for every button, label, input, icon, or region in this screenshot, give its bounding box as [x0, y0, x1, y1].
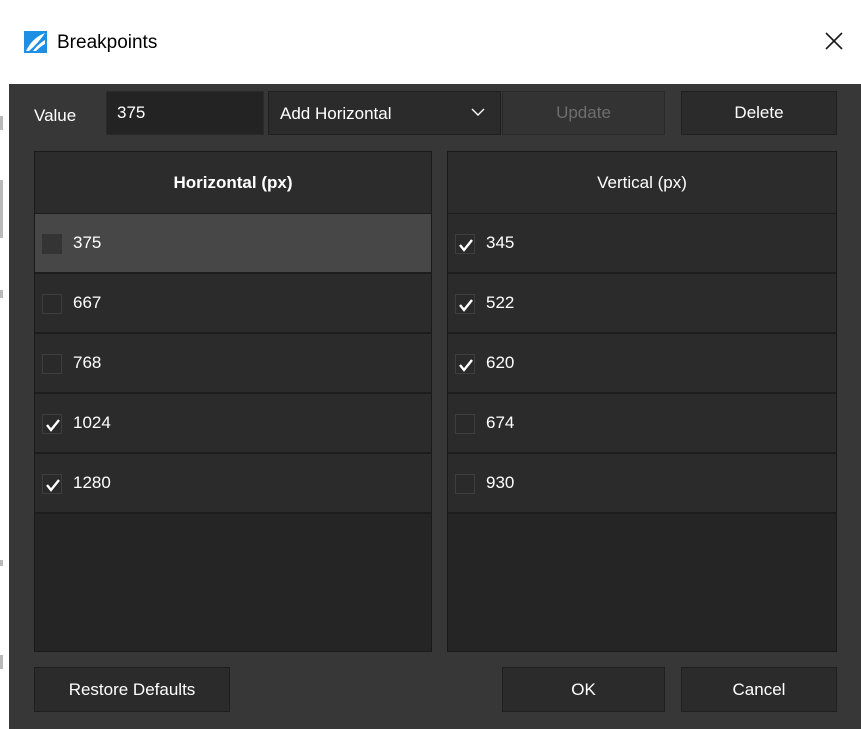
table-row[interactable]: 930 [448, 454, 836, 514]
row-checkbox[interactable] [455, 354, 475, 374]
value-label: Value [34, 106, 77, 125]
window-title: Breakpoints [57, 32, 158, 53]
row-checkbox[interactable] [455, 414, 475, 434]
checkmark-icon [46, 419, 60, 432]
row-checkbox[interactable] [455, 234, 475, 254]
table-row[interactable]: 768 [35, 334, 431, 394]
update-button[interactable]: Update [502, 91, 665, 135]
row-value: 674 [486, 413, 515, 432]
table-row[interactable]: 667 [35, 274, 431, 334]
breakpoints-dialog: Breakpoints Value Add Horizontal Update … [9, 0, 861, 729]
checkmark-icon [459, 359, 473, 372]
checkmark-icon [46, 479, 60, 492]
vertical-table-header: Vertical (px) [448, 152, 836, 214]
row-checkbox[interactable] [42, 294, 62, 314]
row-checkbox[interactable] [42, 354, 62, 374]
close-icon[interactable] [819, 26, 849, 56]
app-logo-icon [24, 31, 47, 53]
row-checkbox[interactable] [42, 234, 62, 254]
vertical-rows: 345 522 620 674 930 [448, 214, 836, 514]
row-value: 1280 [73, 473, 111, 492]
dialog-content: Value Add Horizontal Update Delete Horiz… [9, 84, 861, 729]
row-value: 667 [73, 293, 102, 312]
horizontal-breakpoints-table: Horizontal (px) 375 667 768 1024 1280 [34, 151, 432, 652]
vertical-breakpoints-table: Vertical (px) 345 522 620 674 930 [447, 151, 837, 652]
background-window-edge [0, 0, 9, 729]
table-row[interactable]: 1280 [35, 454, 431, 514]
chevron-down-icon [471, 108, 485, 116]
row-value: 930 [486, 473, 515, 492]
checkmark-icon [459, 299, 473, 312]
edge-mark [0, 180, 3, 238]
restore-defaults-button[interactable]: Restore Defaults [34, 667, 230, 712]
row-value: 522 [486, 293, 515, 312]
row-value: 768 [73, 353, 102, 372]
add-direction-select-value: Add Horizontal [280, 104, 392, 123]
cancel-button[interactable]: Cancel [681, 667, 837, 712]
table-row[interactable]: 620 [448, 334, 836, 394]
horizontal-table-header: Horizontal (px) [35, 152, 431, 214]
row-checkbox[interactable] [455, 474, 475, 494]
ok-button[interactable]: OK [502, 667, 665, 712]
row-checkbox[interactable] [42, 414, 62, 434]
row-value: 345 [486, 233, 515, 252]
delete-button[interactable]: Delete [681, 91, 837, 135]
edge-mark [0, 116, 3, 130]
table-row[interactable]: 375 [35, 214, 431, 274]
row-checkbox[interactable] [42, 474, 62, 494]
title-bar: Breakpoints [9, 0, 861, 84]
table-row[interactable]: 1024 [35, 394, 431, 454]
edge-mark [0, 655, 3, 669]
add-direction-select[interactable]: Add Horizontal [268, 91, 501, 135]
row-value: 620 [486, 353, 515, 372]
edge-mark [0, 290, 3, 298]
table-row[interactable]: 674 [448, 394, 836, 454]
row-checkbox[interactable] [455, 294, 475, 314]
table-row[interactable]: 522 [448, 274, 836, 334]
row-value: 375 [73, 233, 102, 252]
table-row[interactable]: 345 [448, 214, 836, 274]
value-input[interactable] [106, 91, 264, 135]
edge-mark [0, 560, 3, 566]
checkmark-icon [459, 239, 473, 252]
horizontal-rows: 375 667 768 1024 1280 [35, 214, 431, 514]
row-value: 1024 [73, 413, 111, 432]
